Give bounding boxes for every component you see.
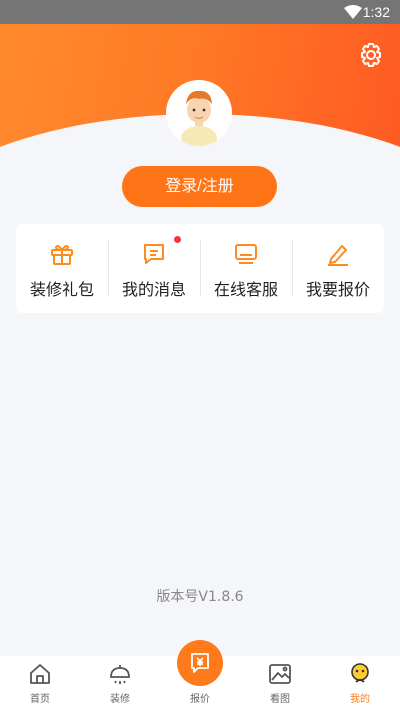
menu-item-online-service[interactable]: 在线客服 bbox=[200, 224, 292, 313]
version-text: 版本号V1.8.6 bbox=[156, 589, 244, 605]
menu-item-label: 我要报价 bbox=[305, 280, 370, 299]
avatar[interactable] bbox=[166, 80, 232, 146]
avatar-illustration bbox=[181, 90, 217, 146]
tab-label: 装修 bbox=[110, 694, 130, 705]
status-time: 1:32 bbox=[362, 4, 390, 20]
monitor-icon bbox=[235, 244, 257, 264]
profile-icon bbox=[351, 663, 369, 683]
gallery-icon bbox=[269, 664, 291, 684]
settings-icon[interactable] bbox=[358, 42, 384, 68]
tab-label: 看图 bbox=[270, 694, 290, 705]
bottom-tab-bar: 首页 装修 报价 看图 我的 bbox=[0, 640, 400, 710]
unread-badge bbox=[174, 236, 181, 243]
menu-item-quote[interactable]: 我要报价 bbox=[292, 224, 384, 313]
wifi-icon bbox=[344, 5, 362, 19]
gift-icon bbox=[51, 245, 73, 265]
bell-icon bbox=[110, 665, 130, 684]
tab-label: 我的 bbox=[350, 694, 370, 705]
menu-item-label: 我的消息 bbox=[121, 280, 186, 299]
status-bar: 1:32 bbox=[0, 0, 400, 24]
menu-item-label: 在线客服 bbox=[213, 280, 278, 299]
tab-decoration[interactable]: 装修 bbox=[80, 656, 160, 710]
pencil-icon bbox=[328, 245, 348, 266]
login-register-button[interactable]: 登录/注册 bbox=[122, 166, 277, 207]
quick-menu-card: 装修礼包 我的消息 在线客服 我要报价 bbox=[16, 224, 384, 313]
tab-home[interactable]: 首页 bbox=[0, 656, 80, 710]
tab-label: 首页 bbox=[30, 694, 50, 705]
tab-mine[interactable]: 我的 bbox=[320, 656, 400, 710]
menu-item-label: 装修礼包 bbox=[29, 280, 94, 299]
tab-gallery[interactable]: 看图 bbox=[240, 656, 320, 710]
quote-icon bbox=[191, 653, 209, 673]
quote-fab-button[interactable] bbox=[177, 640, 223, 686]
menu-item-gift[interactable]: 装修礼包 bbox=[16, 224, 108, 313]
message-icon bbox=[144, 244, 164, 264]
home-icon bbox=[30, 664, 50, 684]
menu-item-messages[interactable]: 我的消息 bbox=[108, 224, 200, 313]
tab-quote[interactable]: 报价 bbox=[160, 640, 240, 710]
tab-label: 报价 bbox=[190, 694, 210, 705]
